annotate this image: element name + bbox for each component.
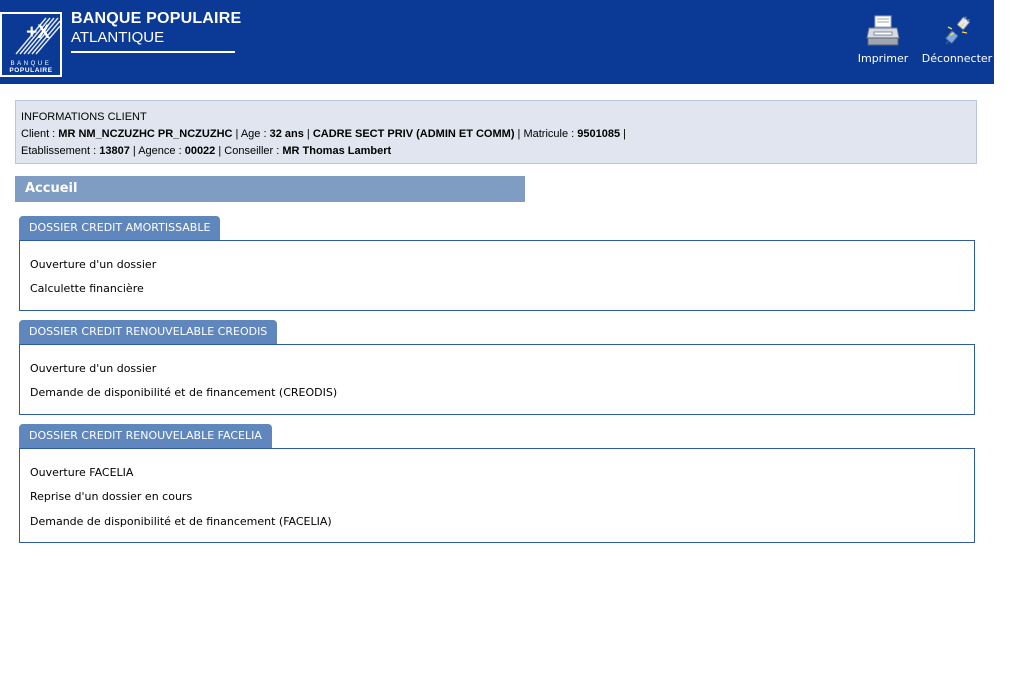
print-label: Imprimer <box>857 52 909 65</box>
conseiller-value: MR Thomas Lambert <box>282 145 392 157</box>
matricule-value: 9501085 <box>577 128 621 140</box>
client-info-line2: Etablissement : 13807 | Agence : 00022 |… <box>21 144 976 161</box>
logout-button[interactable]: Déconnecter <box>918 14 996 65</box>
client-info-panel: INFORMATIONS CLIENT Client : MR NM_NCZUZ… <box>15 100 977 164</box>
client-name: MR NM_NCZUZHC PR_NCZUZHC <box>58 128 233 140</box>
logo-text-bottom: POPULAIRE <box>9 67 52 74</box>
age-value: 32 ans <box>269 128 304 140</box>
link-ouverture-dossier[interactable]: Ouverture d'un dossier <box>30 362 156 375</box>
link-reprise-dossier[interactable]: Reprise d'un dossier en cours <box>30 490 192 503</box>
link-ouverture-facelia[interactable]: Ouverture FACELIA <box>30 466 133 479</box>
section-body: Ouverture d'un dossier Demande de dispon… <box>19 344 975 415</box>
agence-label: | Agence : <box>129 145 185 157</box>
printer-icon <box>866 15 900 46</box>
etablissement-label: Etablissement : <box>21 145 100 157</box>
section-credit-amortissable: DOSSIER CREDIT AMORTISSABLE Ouverture d'… <box>19 216 975 311</box>
agence-value: 00022 <box>184 145 216 157</box>
section-body: Ouverture FACELIA Reprise d'un dossier e… <box>19 448 975 543</box>
section-tab: DOSSIER CREDIT RENOUVELABLE CREODIS <box>19 320 278 344</box>
link-demande-facelia[interactable]: Demande de disponibilité et de financeme… <box>30 515 332 528</box>
header-banner: +X BANQUE POPULAIRE BANQUE POPULAIRE ATL… <box>0 0 994 84</box>
brand-region: ATLANTIQUE <box>71 29 165 46</box>
bank-logo: +X BANQUE POPULAIRE <box>0 12 62 77</box>
separator: | <box>303 128 313 140</box>
client-category: CADRE SECT PRIV (ADMIN ET COMM) <box>312 128 515 140</box>
link-ouverture-dossier[interactable]: Ouverture d'un dossier <box>30 258 156 271</box>
separator: | <box>620 128 626 140</box>
section-credit-creodis: DOSSIER CREDIT RENOUVELABLE CREODIS Ouve… <box>19 320 975 415</box>
print-button[interactable]: Imprimer <box>855 14 911 65</box>
section-body: Ouverture d'un dossier Calculette financ… <box>19 240 975 311</box>
logo-mark: +X <box>26 22 50 43</box>
section-tab: DOSSIER CREDIT AMORTISSABLE <box>19 216 221 240</box>
link-demande-creodis[interactable]: Demande de disponibilité et de financeme… <box>30 386 337 399</box>
client-info-line1: Client : MR NM_NCZUZHC PR_NCZUZHC | Age … <box>21 127 976 144</box>
link-calculette-financiere[interactable]: Calculette financière <box>30 282 144 295</box>
page-title: Accueil <box>15 176 525 202</box>
plug-disconnect-icon <box>945 16 970 45</box>
section-credit-facelia: DOSSIER CREDIT RENOUVELABLE FACELIA Ouve… <box>19 424 975 543</box>
matricule-label: | Matricule : <box>514 128 578 140</box>
logout-label: Déconnecter <box>921 52 993 65</box>
brand-underline <box>71 51 235 53</box>
section-tab: DOSSIER CREDIT RENOUVELABLE FACELIA <box>19 424 272 448</box>
client-info-title: INFORMATIONS CLIENT <box>21 111 147 123</box>
conseiller-label: | Conseiller : <box>215 145 283 157</box>
etablissement-value: 13807 <box>99 145 130 157</box>
client-label: Client : <box>21 128 59 140</box>
age-label: | Age : <box>232 128 270 140</box>
brand-name: BANQUE POPULAIRE <box>71 10 242 27</box>
